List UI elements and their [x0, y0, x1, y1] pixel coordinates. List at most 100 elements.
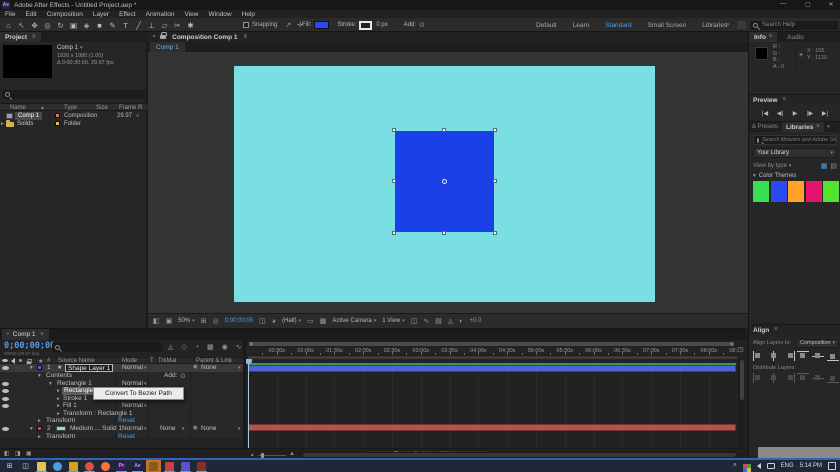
eye-icon[interactable] — [2, 397, 9, 401]
vertical-scrollbar-thumb[interactable] — [740, 360, 744, 400]
purple-app-icon[interactable] — [178, 460, 193, 472]
first-frame-button[interactable]: |◀ — [759, 110, 771, 117]
always-preview-icon[interactable]: ◧ — [153, 318, 160, 325]
type-tool-icon[interactable]: T — [119, 21, 132, 30]
reset-exposure-icon[interactable]: ◐ — [459, 318, 463, 325]
view-layout-dropdown[interactable]: 1 View▾ — [382, 318, 404, 324]
viewer-pasteboard[interactable] — [148, 52, 748, 313]
color-themes-header[interactable]: ▾ Color Themes — [753, 172, 796, 180]
tab-audio[interactable]: Audio — [787, 34, 804, 41]
camera-tool-icon[interactable]: ▣ — [67, 21, 80, 30]
menu-edit[interactable]: Edit — [20, 11, 41, 18]
project-row-comp[interactable]: Comp 1 Composition 29.97 ⑃ — [0, 112, 147, 120]
motion-blur-icon[interactable]: ◉ — [222, 344, 228, 351]
hand-tool-icon[interactable]: ✥ — [28, 21, 41, 30]
project-column-header[interactable]: Name ▲ Type Size Frame R — [0, 103, 147, 111]
current-time[interactable]: 0;00;00;00 — [225, 318, 253, 324]
column-type[interactable]: Type — [64, 105, 77, 111]
menu-item-convert-to-bezier-path[interactable]: Convert To Bezier Path — [105, 390, 172, 397]
project-row-name[interactable]: Solids — [17, 121, 33, 127]
menu-window[interactable]: Window — [204, 11, 237, 18]
project-search-box[interactable] — [2, 90, 145, 99]
blend-mode-dropdown[interactable]: Normal — [122, 380, 143, 387]
roto-brush-tool-icon[interactable]: ✂ — [171, 21, 184, 30]
edge-browser-icon[interactable] — [50, 460, 65, 472]
tab-project[interactable]: Project ≡ — [0, 32, 41, 42]
frame-blending-icon[interactable]: ▦ — [207, 344, 214, 351]
time-ruler[interactable]: 00:30s01:00s01:30s02:00s02:30s03:00s03:3… — [246, 347, 738, 356]
color-theme-swatch[interactable] — [806, 181, 822, 202]
twirl-icon[interactable]: ▸ — [38, 418, 41, 424]
twirl-icon[interactable]: ▸ — [57, 396, 60, 402]
eye-icon[interactable] — [2, 389, 9, 393]
eye-icon[interactable] — [2, 366, 9, 370]
time-navigator[interactable] — [246, 340, 738, 347]
layer-color-chip[interactable] — [37, 365, 42, 370]
pan-behind-tool-icon[interactable]: ◈ — [80, 21, 93, 30]
color-theme-swatch[interactable] — [771, 181, 787, 202]
mode-dropdown[interactable]: Normal — [122, 425, 143, 432]
timeline-search-box[interactable] — [52, 342, 162, 352]
tray-expand-icon[interactable]: ˄ — [733, 463, 737, 469]
selection-tool-icon[interactable]: ↖ — [15, 21, 28, 30]
menu-file[interactable]: File — [0, 11, 20, 18]
zoom-tool-icon[interactable]: ◎ — [41, 21, 54, 30]
comp-marker-bin-icon[interactable]: ◳ — [738, 347, 744, 353]
twirl-icon[interactable]: ▸ — [57, 388, 60, 394]
graph-editor-icon[interactable]: ∿ — [236, 344, 242, 351]
panel-menu-icon[interactable]: ≡ — [783, 97, 786, 103]
trkmat-dropdown[interactable]: None — [160, 425, 176, 432]
reset-link[interactable]: Reset — [118, 433, 135, 440]
pen-tool-icon[interactable]: ✎ — [106, 21, 119, 30]
choose-grid-guides-icon[interactable]: ⊞ — [201, 318, 207, 325]
expand-inout-controls-icon[interactable]: ▣ — [26, 451, 32, 457]
project-row-folder[interactable]: ▸ Solids Folder — [0, 120, 147, 128]
panel-menu-icon[interactable]: ≡ — [769, 34, 772, 40]
fast-previews-icon[interactable]: ∿ — [423, 318, 429, 325]
panel-menu-icon[interactable]: ≡ — [816, 124, 819, 130]
tab-comp-1[interactable]: Comp 1 — [150, 42, 185, 52]
tab-overflow-icon[interactable]: » — [827, 124, 830, 130]
align-to-dropdown[interactable]: Composition ▾ — [796, 339, 839, 348]
align-right-button[interactable] — [783, 351, 795, 361]
align-bottom-button[interactable] — [827, 351, 839, 361]
chrome-browser-icon[interactable] — [82, 460, 97, 472]
workspace-overflow-icon[interactable]: » — [726, 22, 729, 28]
view-by-dropdown[interactable]: View by type — [753, 163, 787, 169]
parent-pickwhip-icon[interactable]: ◉ — [193, 365, 198, 371]
flowchart-mini-icon[interactable]: ⑃ — [136, 113, 140, 119]
layer-color-chip[interactable] — [37, 426, 42, 431]
timeline-zoom-thumb[interactable] — [261, 453, 264, 458]
panel-menu-icon[interactable]: ≡ — [774, 327, 777, 333]
fill-color-swatch[interactable] — [314, 21, 329, 29]
timeline-tab-comp1[interactable]: ▪ Comp 1 ≡ — [2, 329, 49, 340]
eye-icon[interactable] — [2, 382, 9, 386]
expand-transfer-controls-icon[interactable]: ◨ — [15, 451, 21, 457]
parent-pickwhip-icon[interactable]: ◉ — [193, 426, 198, 432]
shape-layer-rectangle[interactable] — [395, 131, 494, 232]
menu-effect[interactable]: Effect — [114, 11, 141, 18]
tray-color-app-icon[interactable] — [743, 464, 747, 468]
twirl-icon[interactable]: ▸ — [57, 403, 60, 409]
menu-view[interactable]: View — [180, 11, 204, 18]
magnification-ratio-dropdown[interactable]: 50%▾ — [178, 318, 195, 324]
project-comp-name[interactable]: Comp 1 — [57, 45, 78, 51]
network-icon[interactable] — [767, 463, 775, 469]
last-frame-button[interactable]: ▶| — [819, 110, 831, 117]
main-viewer-icon[interactable]: ▣ — [166, 318, 173, 325]
menu-animation[interactable]: Animation — [141, 11, 180, 18]
panel-menu-icon[interactable]: ≡ — [244, 34, 248, 40]
tab-effects-presets[interactable]: & Presets — [752, 124, 778, 130]
handle-bottom-center[interactable] — [442, 231, 446, 235]
composition-canvas[interactable] — [234, 66, 655, 302]
handle-top-right[interactable] — [493, 128, 497, 132]
column-name[interactable]: Name — [10, 105, 26, 111]
tab-info[interactable]: Info ≡ — [749, 32, 777, 42]
align-horizontal-center-button[interactable] — [768, 351, 780, 361]
notification-center-icon[interactable] — [828, 462, 836, 470]
handle-middle-left[interactable] — [392, 179, 396, 183]
pixel-aspect-icon[interactable]: ◫ — [411, 318, 418, 325]
align-header[interactable]: Align ≡ — [749, 325, 840, 335]
premiere-pro-icon[interactable]: Pr — [114, 460, 129, 472]
reset-link[interactable]: Reset — [118, 417, 135, 424]
